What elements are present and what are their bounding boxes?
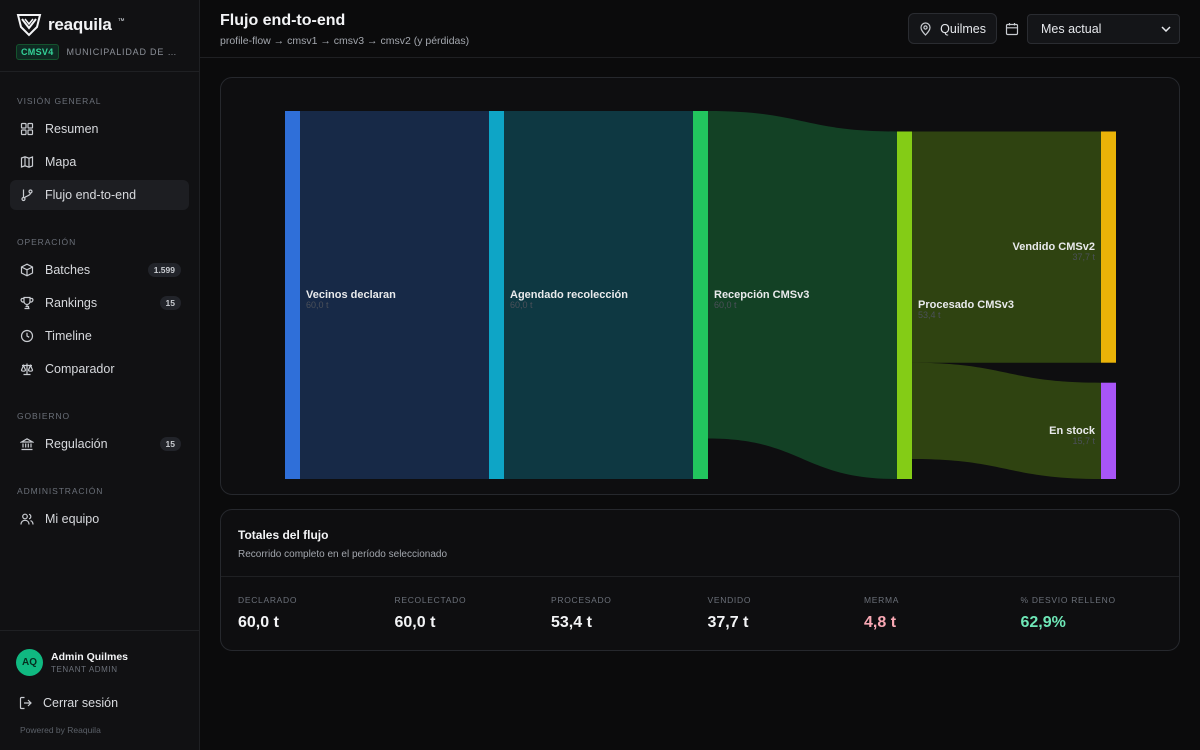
nav-section-gobierno: GOBIERNO (17, 411, 71, 421)
sankey-node-value: 53,4 t (918, 310, 941, 320)
sankey-node-value: 37,7 t (1072, 252, 1095, 262)
metric-value: 60,0 t (394, 614, 436, 631)
sidebar-item-flujo[interactable]: Flujo end-to-end (10, 180, 189, 210)
metric-label: RECOLECTADO (394, 595, 467, 605)
user-profile[interactable]: AQ Admin Quilmes TENANT ADMIN (16, 649, 183, 676)
sidebar-item-mi-equipo[interactable]: Mi equipo (10, 504, 189, 534)
powered-by: Powered by Reaquila (20, 725, 101, 735)
sankey-node[interactable] (897, 131, 912, 480)
sankey-node[interactable] (489, 111, 504, 479)
package-icon (20, 263, 34, 277)
metric-desvio-relleno: % DESVIO RELLENO 62,9% (1021, 595, 1178, 632)
sankey-node-value: 15,7 t (1072, 436, 1095, 446)
metric-label: % DESVIO RELLENO (1020, 595, 1116, 605)
sidebar-item-regulacion[interactable]: Regulación 15 (10, 429, 189, 459)
metric-label: DECLARADO (238, 595, 298, 605)
avatar: AQ (16, 649, 43, 676)
map-pin-icon (920, 21, 931, 36)
brand-trademark: ™ (117, 17, 125, 25)
totals-card: Totales del flujo Recorrido completo en … (220, 509, 1180, 651)
metric-label: MERMA (864, 595, 900, 605)
landmark-icon (20, 438, 34, 451)
sidebar-item-label: Regulación (45, 437, 108, 451)
sidebar-item-label: Mapa (45, 155, 77, 169)
logout-icon (19, 696, 32, 710)
main-content: Flujo end-to-end profile-flow → cmsv1 → … (200, 0, 1200, 750)
users-icon (20, 513, 34, 525)
sankey-node[interactable] (285, 111, 300, 479)
period-select[interactable]: Mes actual (1027, 13, 1180, 44)
map-icon (20, 156, 34, 168)
sankey-node-value: 60,0 t (510, 300, 533, 310)
nav-section-operacion: OPERACIÓN (17, 237, 77, 247)
metric-value: 62,9% (1020, 614, 1066, 631)
sidebar-item-batches[interactable]: Batches 1.599 (10, 255, 189, 285)
logout-label: Cerrar sesión (43, 696, 119, 710)
calendar-icon (1005, 22, 1019, 35)
clock-icon (20, 329, 34, 343)
metric-recolectado: RECOLECTADO 60,0 t (395, 595, 552, 632)
sidebar-item-resumen[interactable]: Resumen (10, 114, 189, 144)
metric-procesado: PROCESADO 53,4 t (551, 595, 708, 632)
count-badge: 15 (159, 437, 181, 451)
nav-section-vision-general: VISIÓN GENERAL (17, 96, 102, 106)
sankey-node-value: 60,0 t (306, 300, 329, 310)
sankey-node[interactable] (1101, 382, 1116, 479)
totals-subtitle: Recorrido completo en el período selecci… (238, 549, 448, 560)
trophy-icon (20, 296, 34, 310)
tenant-badge: CMSV4 (16, 44, 59, 60)
location-label: Quilmes (940, 21, 986, 36)
grid-icon (20, 122, 34, 136)
git-branch-icon (21, 189, 33, 202)
metric-vendido: VENDIDO 37,7 t (708, 595, 865, 632)
count-badge: 1.599 (147, 263, 181, 277)
sankey-node-value: 60,0 t (714, 300, 737, 310)
metric-value: 60,0 t (238, 614, 279, 631)
sankey-card: Vecinos declaran 60,0 t Agendado recolecci… (220, 77, 1180, 495)
metric-declarado: DECLARADO 60,0 t (238, 595, 395, 632)
user-role: TENANT ADMIN (51, 665, 118, 674)
sankey-link[interactable] (912, 362, 1101, 479)
count-badge: 15 (159, 296, 181, 310)
logout-button[interactable]: Cerrar sesión (16, 693, 183, 713)
period-value: Mes actual (1041, 21, 1102, 36)
sidebar-item-label: Mi equipo (45, 512, 100, 526)
metric-value: 53,4 t (551, 614, 592, 631)
sidebar-item-timeline[interactable]: Timeline (10, 321, 189, 351)
sidebar-item-label: Timeline (45, 329, 92, 343)
location-button[interactable]: Quilmes (908, 13, 997, 44)
sidebar-item-rankings[interactable]: Rankings 15 (10, 288, 189, 318)
sidebar-item-label: Resumen (45, 122, 99, 136)
sidebar-item-mapa[interactable]: Mapa (10, 147, 189, 177)
page-header: Flujo end-to-end profile-flow → cmsv1 → … (200, 0, 1200, 58)
totals-title: Totales del flujo (238, 528, 329, 542)
scale-icon (20, 363, 34, 376)
brand-header: reaquila ™ CMSV4 MUNICIPALIDAD DE QUILME… (0, 0, 199, 72)
metric-label: VENDIDO (707, 595, 752, 605)
user-name: Admin Quilmes (51, 651, 129, 663)
brand-name: reaquila (48, 15, 112, 34)
nav-section-administracion: ADMINISTRACIÓN (17, 486, 104, 496)
metric-label: PROCESADO (551, 595, 612, 605)
sidebar: reaquila ™ CMSV4 MUNICIPALIDAD DE QUILME… (0, 0, 200, 750)
sidebar-item-label: Comparador (45, 362, 115, 376)
metric-value: 37,7 t (707, 614, 749, 631)
sankey-node[interactable] (693, 111, 708, 479)
sidebar-item-label: Batches (45, 263, 91, 277)
sankey-node[interactable] (1101, 131, 1116, 363)
logo[interactable]: reaquila ™ (16, 12, 183, 38)
tenant-name: MUNICIPALIDAD DE QUILMES (66, 47, 183, 57)
totals-grid: DECLARADO 60,0 t RECOLECTADO 60,0 t PROC… (221, 577, 1179, 632)
sidebar-item-label: Flujo end-to-end (45, 188, 137, 202)
sankey-chart: Vecinos declaran60,0 tAgendado recolecci… (285, 111, 1116, 480)
sidebar-item-label: Rankings (45, 296, 98, 310)
metric-value: 4,8 t (864, 614, 897, 631)
sidebar-item-comparador[interactable]: Comparador (10, 354, 189, 384)
user-block: AQ Admin Quilmes TENANT ADMIN Cerrar ses… (0, 630, 199, 713)
chevron-down-icon (1161, 25, 1171, 32)
metric-merma: MERMA 4,8 t (864, 595, 1021, 632)
reaquila-logo-icon (16, 14, 42, 37)
